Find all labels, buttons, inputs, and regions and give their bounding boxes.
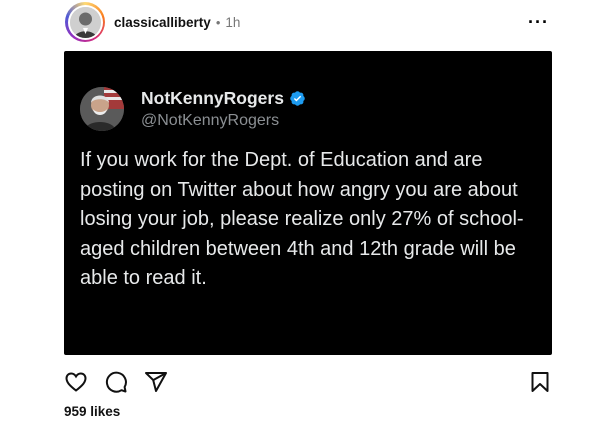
- verified-badge-icon: [290, 91, 305, 106]
- tweet-name-row: NotKennyRogers: [141, 88, 306, 109]
- post-actions: [63, 368, 553, 396]
- tweet-handle: @NotKennyRogers: [141, 112, 280, 129]
- username-link[interactable]: classicalliberty: [114, 15, 211, 30]
- avatar-portrait-icon: [69, 6, 101, 38]
- tweet-author: NotKennyRogers @NotKennyRogers: [80, 87, 306, 131]
- tweet-names: NotKennyRogers @NotKennyRogers: [141, 88, 306, 130]
- instagram-post: classicalliberty • 1h ··· NotKennyRogers…: [0, 0, 598, 431]
- paper-plane-icon[interactable]: [143, 369, 169, 395]
- separator-dot: •: [215, 14, 221, 30]
- bookmark-icon[interactable]: [527, 369, 553, 395]
- avatar[interactable]: [69, 6, 101, 38]
- tweet-text: If you work for the Dept. of Education a…: [80, 149, 524, 289]
- tweet-avatar: [80, 87, 124, 131]
- tweet-avatar-portrait-icon: [80, 87, 124, 131]
- story-ring[interactable]: [65, 2, 105, 42]
- post-image[interactable]: NotKennyRogers @NotKennyRogers If you wo…: [64, 51, 552, 355]
- comment-bubble-icon[interactable]: [103, 369, 129, 395]
- more-options-icon[interactable]: ···: [528, 13, 549, 31]
- avatar-border: [67, 4, 103, 40]
- like-count[interactable]: 959 likes: [64, 404, 120, 419]
- post-header: classicalliberty • 1h ···: [63, 0, 553, 44]
- tweet-display-name: NotKennyRogers: [141, 88, 284, 108]
- post-time[interactable]: 1h: [225, 15, 240, 30]
- heart-icon[interactable]: [63, 369, 89, 395]
